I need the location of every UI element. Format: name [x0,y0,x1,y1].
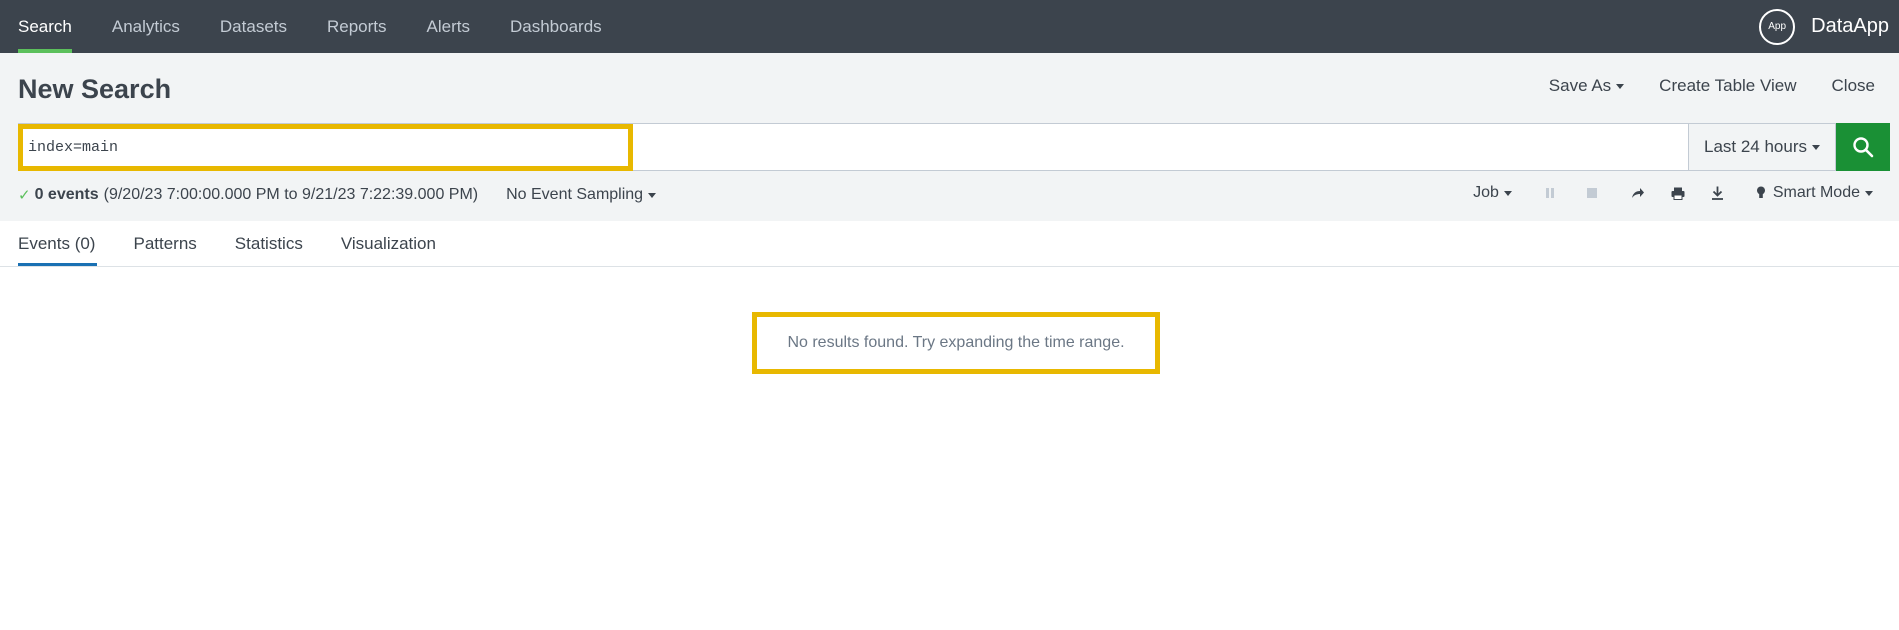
chevron-down-icon [1616,83,1625,89]
nav-item-datasets[interactable]: Datasets [220,0,287,53]
tab-statistics[interactable]: Statistics [235,221,303,267]
top-nav: Search Analytics Datasets Reports Alerts… [0,0,1899,53]
time-range-label: Last 24 hours [1703,137,1807,156]
nav-item-search[interactable]: Search [18,0,72,53]
search-mode-label: Smart Mode [1772,184,1860,201]
print-icon[interactable] [1670,185,1686,201]
stop-icon[interactable] [1584,185,1600,201]
nav-item-reports[interactable]: Reports [327,0,387,53]
search-icon [1853,137,1874,158]
search-button[interactable] [1836,123,1890,171]
job-label: Job [1473,184,1499,201]
tabs-divider [0,266,1899,267]
chevron-down-icon [1865,190,1873,196]
job-controls: Job Smart Mode [1473,184,1873,202]
lightbulb-icon [1756,186,1765,198]
download-icon[interactable] [1710,185,1726,201]
app-branding: App DataApp [1759,0,1889,53]
nav-item-analytics[interactable]: Analytics [112,0,180,53]
search-mode-dropdown[interactable]: Smart Mode [1756,184,1873,202]
nav-item-alerts[interactable]: Alerts [427,0,470,53]
job-dropdown[interactable]: Job [1473,184,1512,202]
empty-results-message: No results found. Try expanding the time… [752,312,1160,374]
time-range-summary: (9/20/23 7:00:00.000 PM to 9/21/23 7:22:… [103,186,479,203]
app-badge[interactable]: App [1759,8,1796,45]
chevron-down-icon [1503,190,1512,196]
create-table-view-button[interactable]: Create Table View [1659,76,1796,96]
nav-items: Search Analytics Datasets Reports Alerts… [18,0,642,53]
search-status: ✓ 0 events (9/20/23 7:00:00.000 PM to 9/… [18,186,657,204]
share-icon[interactable] [1630,185,1646,201]
chevron-down-icon [1812,144,1820,150]
tab-patterns[interactable]: Patterns [133,221,196,267]
header-actions: Save As Create Table View Close [1549,76,1875,96]
empty-results-text: No results found. Try expanding the time… [787,334,1125,351]
page-title: New Search [18,74,172,104]
check-icon: ✓ [18,187,31,204]
chevron-down-icon [648,192,657,198]
app-name: DataApp [1811,15,1889,37]
time-range-picker[interactable]: Last 24 hours [1688,123,1836,171]
event-count: 0 events [34,186,99,203]
nav-item-dashboards[interactable]: Dashboards [510,0,602,53]
results-tabs: Events (0) Patterns Statistics Visualiza… [18,221,474,267]
search-input[interactable] [28,135,628,159]
tab-visualization[interactable]: Visualization [341,221,436,267]
pause-icon[interactable] [1542,185,1558,201]
event-sampling-label: No Event Sampling [506,186,644,203]
close-button[interactable]: Close [1832,76,1875,96]
save-as-label: Save As [1548,76,1612,95]
tab-events[interactable]: Events (0) [18,221,98,267]
save-as-button[interactable]: Save As [1548,76,1625,96]
event-sampling-dropdown[interactable]: No Event Sampling [506,186,657,204]
